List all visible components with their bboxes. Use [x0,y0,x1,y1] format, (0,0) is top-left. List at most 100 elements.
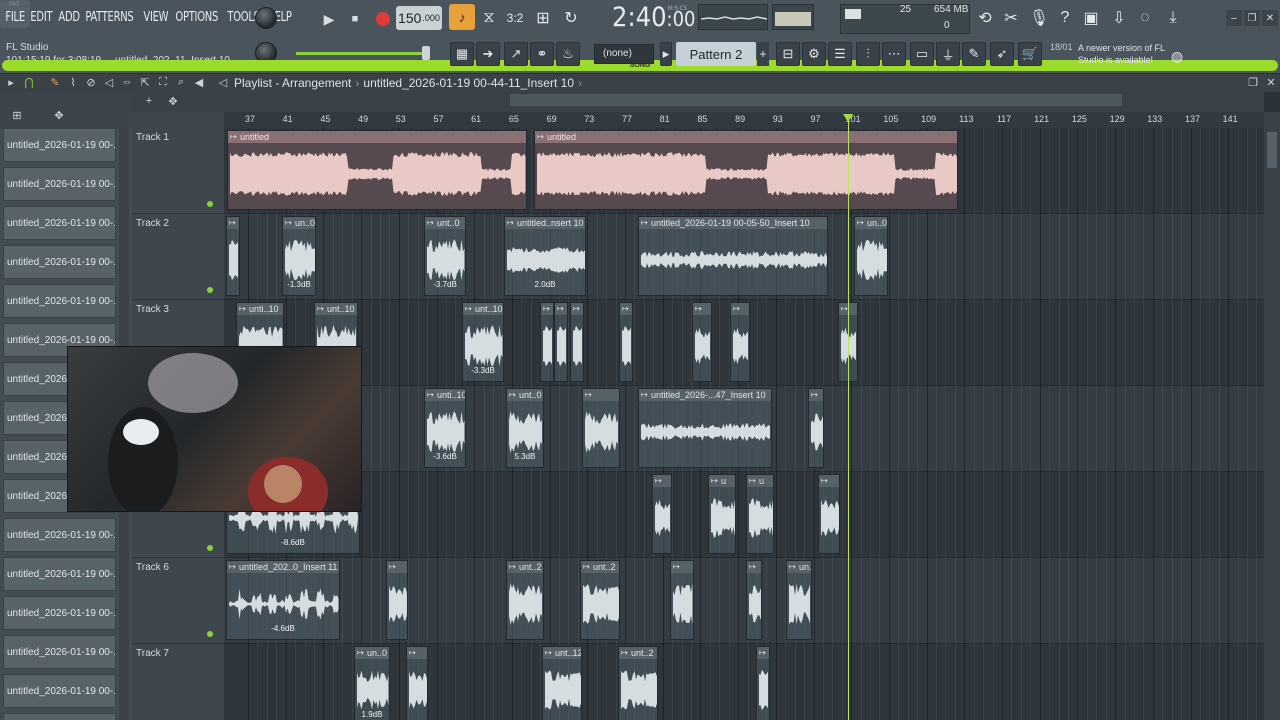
clip-title[interactable]: unt..12 [543,647,581,659]
clip-title[interactable]: un..0 [283,217,315,229]
clip-title[interactable] [693,303,711,315]
cart-button[interactable]: 🛒 [1018,42,1042,66]
audio-clip[interactable]: un.. [786,560,812,640]
clip-title[interactable] [653,475,671,487]
audio-clip[interactable] [670,560,694,640]
audio-clip[interactable]: un..0 [854,216,888,296]
audio-clip[interactable] [756,646,770,720]
audio-clip[interactable]: untitled [534,130,958,210]
audio-clip[interactable] [730,302,750,382]
clip-title[interactable] [747,561,761,573]
menu-add[interactable]: ADD [55,6,83,30]
clip-title[interactable] [620,303,632,315]
mute-icon[interactable]: ◁ [102,75,116,89]
piano-roll-button[interactable]: ▦ [450,42,474,66]
tempo-display[interactable]: 150.000 [396,6,442,30]
mixer-button[interactable]: ☰ [828,42,852,66]
step-edit-icon[interactable]: ⊞ [530,4,556,32]
pattern-add-button[interactable]: + [757,42,769,66]
track-enable-led[interactable] [207,287,213,293]
master-pitch-knob[interactable] [255,7,277,29]
clip-title[interactable] [731,303,749,315]
loop-record-icon[interactable]: ↻ [558,4,584,32]
playhead[interactable] [843,114,853,720]
playlist-view-button[interactable]: ⊟ [776,42,800,66]
clip-title[interactable]: unt..2 [581,561,619,573]
bird-button[interactable]: ➶ [990,42,1014,66]
picker-wave-icon[interactable]: ✥ [52,108,66,122]
clip-title[interactable]: unt..0 [507,389,543,401]
audio-clip[interactable]: un..0 -1.3dB [282,216,316,296]
audio-clip[interactable]: u [746,474,774,554]
menu-edit[interactable]: EDIT [27,6,56,30]
track-name[interactable]: Track 2 [136,218,169,229]
clip-title[interactable]: unt..0 [425,217,465,229]
audio-clip[interactable]: unt..0 5.3dB [506,388,544,468]
clip-title[interactable]: untitled_2026-...47_Insert 10 [639,389,771,401]
picker-item[interactable]: untitled_2026-01-19 00-... [3,713,116,720]
picker-item[interactable]: untitled_2026-01-19 00-... [3,518,116,552]
undo-icon[interactable]: ⟲ [972,4,998,32]
audio-clip[interactable]: untitled..nsert 10 2.0dB [504,216,586,296]
clip-title[interactable]: unt..2 [619,647,657,659]
pencil-icon[interactable]: ✎ [48,75,62,89]
audio-clip[interactable]: unti..10 -3.6dB [424,388,466,468]
menu-patterns[interactable]: PATTERNS [82,6,137,30]
menu-file[interactable]: FILE [2,6,28,30]
clip-title[interactable]: un..0 [855,217,887,229]
add-track-icon[interactable]: + [142,94,156,108]
plugin-button[interactable]: ↗ [504,42,528,66]
clip-title[interactable]: un.. [787,561,811,573]
audio-clip[interactable] [540,302,554,382]
select-icon[interactable]: ⛶ [156,75,170,89]
timeline-ruler[interactable]: 37 41 45 49 53 57 61 65 69 73 77 81 85 89 93 97 101 105 10… [224,112,1264,128]
clip-title[interactable] [571,303,583,315]
clip-title[interactable] [819,475,839,487]
clip-title[interactable]: u [709,475,735,487]
track-name[interactable]: Track 6 [136,562,169,573]
link-button[interactable]: ⚭ [530,42,554,66]
audio-clip[interactable] [226,216,240,296]
brush-icon[interactable]: ⌇ [66,75,80,89]
save-icon[interactable]: ▣ [1078,4,1104,32]
globe-icon[interactable]: ◍ [1164,42,1190,70]
countdown-icon[interactable]: 3:2 [502,4,528,32]
plug-button[interactable]: ⏚ [936,42,960,66]
cut-icon[interactable]: ✂ [998,4,1024,32]
arrangement-grid[interactable]: untitleduntitledun..0-1.3dBunt..0-3.7dBu… [224,128,1264,720]
audio-clip[interactable] [582,388,620,468]
clip-title[interactable] [809,389,823,401]
playlist-restore-icon[interactable]: ❐ [1246,75,1260,89]
zoom-icon[interactable]: ⌕ [174,75,188,89]
track-header[interactable]: Track 6 [132,558,224,644]
wait-input-icon[interactable]: ⧖ [476,4,502,32]
track-enable-led[interactable] [207,631,213,637]
clip-title[interactable]: unt..2 [507,561,543,573]
clip-title[interactable]: untitled_202..0_Insert 11 [227,561,339,573]
stamp-button[interactable]: ♨ [556,42,580,66]
browser-button[interactable]: ⋯ [882,42,906,66]
picker-item[interactable]: untitled_2026-01-19 00-... [3,206,116,240]
clip-title[interactable]: unti..10 [425,389,465,401]
wizard-button[interactable]: ✎ [962,42,986,66]
slice-icon[interactable]: ⇱ [138,75,152,89]
audio-clip[interactable]: untitled [227,130,527,210]
play-button[interactable]: ▶ [316,6,342,32]
clip-title[interactable]: untitled_2026-01-19 00-05-50_Insert 10 [639,217,827,229]
clip-title[interactable] [387,561,407,573]
picker-item[interactable]: untitled_2026-01-19 00-... [3,596,116,630]
close-button[interactable]: ✕ [1262,10,1278,26]
audio-clip[interactable]: unt..2 [506,560,544,640]
clip-title[interactable] [583,389,619,401]
download-icon[interactable]: ⤓ [1160,4,1186,32]
render-icon[interactable]: ⇩ [1106,4,1132,32]
arrow-right-icon[interactable]: ▸ [4,75,18,89]
clip-title[interactable]: unt..10 [463,303,503,315]
clip-title[interactable] [757,647,769,659]
clip-title[interactable]: untitled [228,131,526,143]
snap-selector[interactable]: (none) [594,44,654,64]
collapse-icon[interactable]: ✥ [166,94,180,108]
pattern-prev-button[interactable]: ▸ [660,42,672,66]
slip-icon[interactable]: ⇔ [120,75,134,89]
audio-clip[interactable] [746,560,762,640]
